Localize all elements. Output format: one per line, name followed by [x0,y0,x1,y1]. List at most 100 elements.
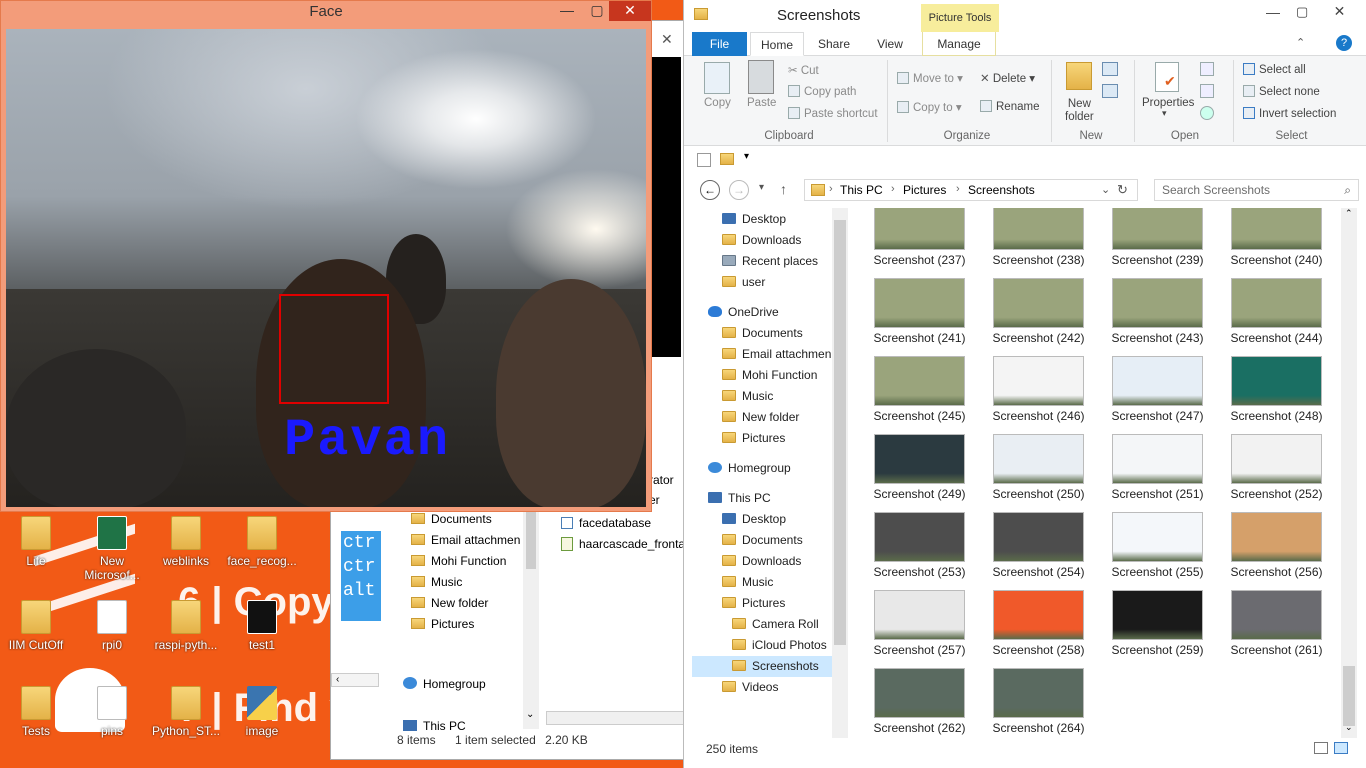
thumbnail-item[interactable]: Screenshot (261) [1219,590,1334,668]
breadcrumb-this-pc[interactable]: This PC [840,183,883,197]
nav-item[interactable]: New folder [411,593,488,614]
nav-item-this-pc[interactable]: This PC [403,719,466,733]
edit-icon[interactable] [1200,84,1214,98]
recent-locations-icon[interactable]: ▾ [759,182,764,193]
thumbnail-item[interactable]: Screenshot (247) [1100,356,1215,434]
search-input[interactable]: Search Screenshots ⌕ [1154,179,1359,201]
details-view-icon[interactable] [1314,742,1328,754]
chevron-up-icon[interactable]: ⌃ [1296,36,1305,49]
thumbnail-item[interactable]: Screenshot (250) [981,434,1096,512]
sidebar-item[interactable]: Downloads [692,551,840,572]
help-icon[interactable]: ? [1336,35,1352,51]
thumbnail-item[interactable]: Screenshot (240) [1219,208,1334,278]
history-icon[interactable] [1200,106,1214,120]
tab-manage[interactable]: Manage [922,32,996,56]
thumbnail-item[interactable]: Screenshot (242) [981,278,1096,356]
thumbnail-item[interactable]: Screenshot (257) [862,590,977,668]
maximize-icon[interactable]: ▢ [1296,4,1308,20]
nav-item[interactable]: Pictures [411,614,474,635]
large-icons-view-icon[interactable] [1334,742,1348,754]
tab-share[interactable]: Share [808,32,860,56]
desktop-icon[interactable]: New Microsof... [72,516,152,582]
minimize-icon[interactable]: — [553,1,581,21]
nav-item[interactable]: Documents [411,509,492,530]
sidebar-item[interactable]: Pictures [692,428,840,449]
copy-button[interactable]: Copy [704,97,731,109]
thumbnail-item[interactable]: Screenshot (248) [1219,356,1334,434]
list-item[interactable]: facedatabase [561,513,691,534]
delete-button[interactable]: ✕ Delete ▾ [980,71,1035,85]
desktop-icon[interactable]: Life [0,516,76,568]
face-window[interactable]: Face — ▢ ✕ Pavan [0,0,652,512]
invert-selection-button[interactable]: Invert selection [1243,107,1336,120]
desktop-icon[interactable]: raspi-pyth... [146,600,226,652]
thumbnail-item[interactable]: Screenshot (253) [862,512,977,590]
tab-home[interactable]: Home [750,32,804,56]
nav-item[interactable]: Email attachmen [411,530,520,551]
thumbnail-item[interactable]: Screenshot (252) [1219,434,1334,512]
properties-icon[interactable] [697,153,711,167]
minimize-icon[interactable]: — [1266,4,1280,20]
sidebar-item[interactable]: Desktop [692,509,840,530]
thumbnail-item[interactable]: Screenshot (239) [1100,208,1215,278]
address-dropdown-icon[interactable]: ⌄ [1101,183,1110,196]
scroll-down-icon[interactable]: ⌄ [1345,722,1353,733]
sidebar-item[interactable]: iCloud Photos [692,635,840,656]
nav-scrollbar[interactable] [832,208,848,738]
back-icon[interactable]: ← [700,180,720,200]
paste-shortcut-button[interactable]: Paste shortcut [788,107,878,120]
sidebar-item[interactable]: This PC [692,488,840,509]
content-scrollbar[interactable]: ⌃ ⌄ [1341,208,1357,738]
select-all-button[interactable]: Select all [1243,63,1306,76]
thumbnail-item[interactable]: Screenshot (264) [981,668,1096,738]
copy-path-button[interactable]: Copy path [788,85,856,98]
thumbnail-item[interactable]: Screenshot (246) [981,356,1096,434]
easy-access-icon[interactable] [1102,84,1118,98]
cut-button[interactable]: ✂ Cut [788,63,819,77]
thumbnail-item[interactable]: Screenshot (251) [1100,434,1215,512]
thumbnail-item[interactable]: Screenshot (259) [1100,590,1215,668]
desktop-icon[interactable]: face_recog... [222,516,302,568]
desktop-icon[interactable]: Python_ST... [146,686,226,738]
sidebar-item[interactable]: New folder [692,407,840,428]
tab-view[interactable]: View [864,32,916,56]
close-icon[interactable]: ✕ [1312,0,1366,22]
new-folder-button[interactable]: New folder [1065,98,1094,124]
nav-item-homegroup[interactable]: Homegroup [403,677,486,691]
nav-item[interactable]: Mohi Function [411,551,506,572]
refresh-icon[interactable]: ↻ [1117,182,1128,198]
forward-icon[interactable]: → [729,180,749,200]
thumbnail-item[interactable]: Screenshot (237) [862,208,977,278]
sidebar-item[interactable]: Recent places [692,251,840,272]
open-icon[interactable] [1200,62,1214,76]
sidebar-item[interactable]: Screenshots [692,656,840,677]
rename-button[interactable]: Rename [980,100,1039,113]
new-folder-icon[interactable] [720,153,734,165]
breadcrumb[interactable]: › This PC › Pictures › Screenshots ⌄ ↻ [804,179,1138,201]
sidebar-item[interactable]: OneDrive [692,302,840,323]
sidebar-item[interactable]: Documents [692,323,840,344]
thumbnail-item[interactable]: Screenshot (256) [1219,512,1334,590]
desktop-icon[interactable]: rpi0 [72,600,152,652]
chevron-down-icon[interactable]: ▾ [1162,108,1167,119]
move-to-button[interactable]: Move to ▾ [897,71,963,85]
sidebar-item[interactable]: user [692,272,840,293]
desktop-icon[interactable]: Tests [0,686,76,738]
thumbnail-item[interactable]: Screenshot (254) [981,512,1096,590]
desktop-icon[interactable]: weblinks [146,516,226,568]
select-none-button[interactable]: Select none [1243,85,1320,98]
sidebar-item[interactable]: Homegroup [692,458,840,479]
thumbnail-item[interactable]: Screenshot (258) [981,590,1096,668]
list-item[interactable]: haarcascade_fronta [561,534,691,555]
thumbnail-item[interactable]: Screenshot (249) [862,434,977,512]
paste-button[interactable]: Paste [747,97,776,109]
desktop-icon[interactable]: image [222,686,302,738]
tab-file[interactable]: File [692,32,747,56]
customize-toolbar-icon[interactable]: ▾ [744,151,749,162]
bg-hscrollbar[interactable] [546,711,686,725]
sidebar-item[interactable]: Camera Roll [692,614,840,635]
thumbnail-item[interactable]: Screenshot (244) [1219,278,1334,356]
sidebar-item[interactable]: Pictures [692,593,840,614]
thumbnail-item[interactable]: Screenshot (262) [862,668,977,738]
nav-item[interactable]: Music [411,572,462,593]
